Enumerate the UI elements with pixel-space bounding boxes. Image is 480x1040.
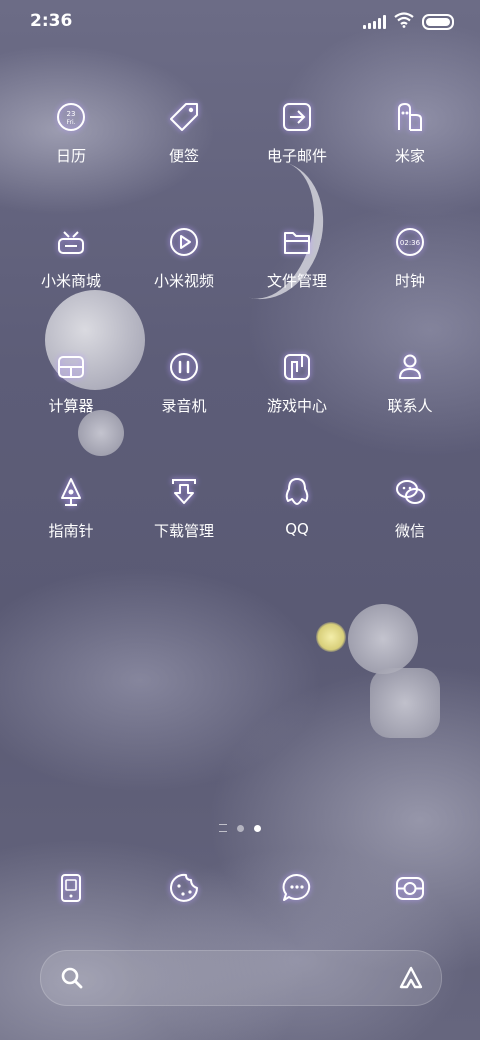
email-icon bbox=[275, 95, 319, 139]
status-icons bbox=[363, 12, 454, 32]
page-indicator[interactable] bbox=[0, 824, 480, 832]
qq-penguin-icon bbox=[275, 470, 319, 514]
compass-icon bbox=[49, 470, 93, 514]
clock-icon: 02:36 bbox=[388, 220, 432, 264]
svg-text:02:36: 02:36 bbox=[400, 239, 421, 247]
app-label: 便签 bbox=[168, 147, 199, 165]
app-label: 小米视频 bbox=[153, 272, 214, 290]
calculator-icon bbox=[49, 345, 93, 389]
app-email[interactable]: 电子邮件 bbox=[241, 95, 353, 166]
folder-icon bbox=[275, 220, 319, 264]
wallpaper-astronaut-body bbox=[370, 668, 440, 738]
page-dot-active bbox=[254, 824, 261, 832]
wifi-icon bbox=[394, 12, 414, 32]
app-mijia[interactable]: 米家 bbox=[354, 95, 466, 166]
app-label: 微信 bbox=[394, 522, 425, 540]
app-label: 时钟 bbox=[394, 272, 425, 290]
app-label: 计算器 bbox=[48, 397, 94, 415]
mi-store-icon bbox=[49, 220, 93, 264]
app-label: 电子邮件 bbox=[266, 147, 327, 165]
app-file-manager[interactable]: 文件管理 bbox=[241, 220, 353, 291]
app-label: 米家 bbox=[394, 147, 425, 165]
signal-icon bbox=[363, 15, 386, 29]
dock-camera[interactable] bbox=[354, 866, 466, 910]
minus-one-screen-indicator bbox=[219, 824, 227, 832]
app-wechat[interactable]: 微信 bbox=[354, 470, 466, 541]
status-time: 2:36 bbox=[30, 11, 73, 31]
dock-phone[interactable] bbox=[15, 866, 127, 910]
search-icon[interactable] bbox=[59, 965, 85, 995]
page-dot bbox=[237, 824, 244, 832]
status-bar: 2:36 bbox=[0, 0, 480, 42]
app-mi-video[interactable]: 小米视频 bbox=[128, 220, 240, 291]
wallpaper-astronaut-swing bbox=[78, 410, 124, 456]
app-clock[interactable]: 02:36 时钟 bbox=[354, 220, 466, 291]
wallpaper-astronaut-star bbox=[348, 604, 418, 674]
app-compass[interactable]: 指南针 bbox=[15, 470, 127, 541]
app-label: 游戏中心 bbox=[266, 397, 327, 415]
app-label: 指南针 bbox=[48, 522, 94, 540]
wechat-icon bbox=[388, 470, 432, 514]
app-label: 小米商城 bbox=[40, 272, 101, 290]
app-mi-store[interactable]: 小米商城 bbox=[15, 220, 127, 291]
app-label: 录音机 bbox=[161, 397, 207, 415]
app-label: 联系人 bbox=[387, 397, 433, 415]
dock-browser[interactable] bbox=[128, 866, 240, 910]
contacts-icon bbox=[388, 345, 432, 389]
assistant-icon[interactable] bbox=[397, 965, 425, 995]
download-icon bbox=[162, 470, 206, 514]
app-notes[interactable]: 便签 bbox=[128, 95, 240, 166]
phone-icon bbox=[49, 866, 93, 910]
app-label: QQ bbox=[285, 520, 309, 538]
app-recorder[interactable]: 录音机 bbox=[128, 345, 240, 416]
calendar-icon: 23 Fri. bbox=[49, 95, 93, 139]
game-center-icon bbox=[275, 345, 319, 389]
app-label: 文件管理 bbox=[266, 272, 327, 290]
mijia-home-icon bbox=[388, 95, 432, 139]
app-calendar[interactable]: 23 Fri. 日历 bbox=[15, 95, 127, 166]
svg-text:Fri.: Fri. bbox=[66, 119, 75, 126]
video-play-icon bbox=[162, 220, 206, 264]
svg-text:23: 23 bbox=[67, 110, 76, 118]
app-contacts[interactable]: 联系人 bbox=[354, 345, 466, 416]
app-downloads[interactable]: 下载管理 bbox=[128, 470, 240, 541]
dock-messages[interactable] bbox=[241, 866, 353, 910]
app-qq[interactable]: QQ bbox=[241, 470, 353, 538]
app-calculator[interactable]: 计算器 bbox=[15, 345, 127, 416]
app-label: 下载管理 bbox=[153, 522, 214, 540]
wallpaper-star bbox=[316, 622, 346, 652]
app-label: 日历 bbox=[55, 147, 86, 165]
battery-icon bbox=[422, 14, 454, 30]
search-bar[interactable] bbox=[40, 950, 442, 1006]
message-bubble-icon bbox=[275, 866, 319, 910]
camera-icon bbox=[388, 866, 432, 910]
cookie-browser-icon bbox=[162, 866, 206, 910]
notes-tag-icon bbox=[162, 95, 206, 139]
app-game-center[interactable]: 游戏中心 bbox=[241, 345, 353, 416]
recorder-icon bbox=[162, 345, 206, 389]
